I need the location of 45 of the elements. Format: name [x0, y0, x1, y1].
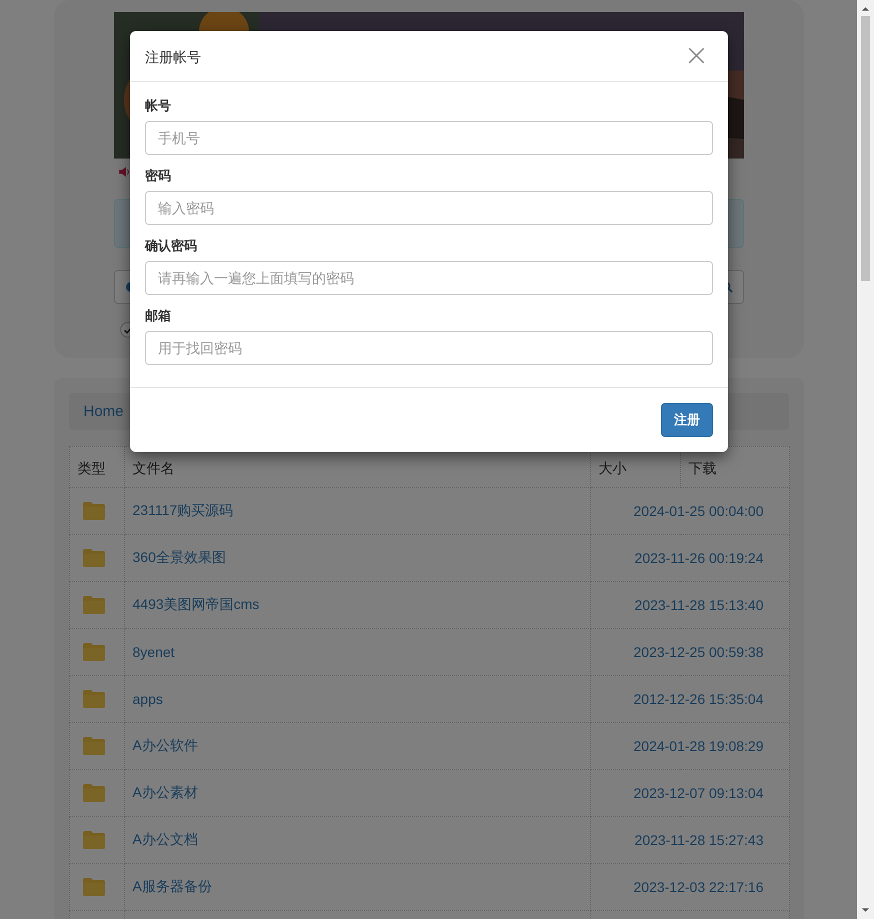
date-text: 2023-12-07 09:13:04	[634, 785, 764, 801]
folder-icon	[82, 501, 106, 521]
input-field[interactable]: 手机号	[145, 121, 713, 155]
date-text: 2024-01-28 19:08:29	[634, 738, 764, 754]
input-field[interactable]: 用于找回密码	[145, 331, 713, 365]
folder-icon	[82, 595, 106, 615]
dialog-title: 注册帐号	[145, 49, 201, 67]
column-header: 类型	[69, 446, 124, 488]
breadcrumb-link[interactable]: Home	[84, 403, 124, 420]
speaker-icon	[118, 166, 130, 178]
field-label: 邮箱	[145, 307, 172, 325]
folder-link[interactable]: A服务器备份	[132, 878, 212, 894]
register-button[interactable]: 注册	[661, 403, 713, 437]
date-text: 2024-01-25 00:04:00	[634, 503, 764, 519]
date-text: 2023-11-26 00:19:24	[634, 550, 764, 566]
scroll-thumb[interactable]	[861, 16, 870, 281]
input-field[interactable]: 输入密码	[145, 191, 713, 225]
date-text: 2023-12-25 00:59:38	[634, 644, 764, 660]
field-label: 确认密码	[145, 237, 198, 255]
folder-link[interactable]: 4493美图网帝国cms	[132, 596, 260, 612]
folder-link[interactable]: A办公素材	[132, 784, 198, 800]
date-text: 2023-11-28 15:13:40	[634, 597, 764, 613]
folder-link[interactable]: apps	[132, 691, 163, 707]
folder-icon	[82, 783, 106, 803]
field-label: 帐号	[145, 97, 172, 115]
scrollbar[interactable]	[857, 0, 874, 919]
date-text: 2023-11-28 15:27:43	[634, 832, 764, 848]
folder-icon	[82, 689, 106, 709]
folder-icon	[82, 642, 106, 662]
folder-link[interactable]: A办公软件	[132, 737, 198, 753]
folder-link[interactable]: 8yenet	[132, 644, 175, 660]
folder-link[interactable]: 231117购买源码	[132, 502, 234, 518]
folder-link[interactable]: 360全景效果图	[132, 549, 226, 565]
folder-link[interactable]: A办公文档	[132, 831, 198, 847]
folder-icon	[82, 548, 106, 568]
date-text: 2012-12-26 15:35:04	[634, 691, 764, 707]
folder-icon	[82, 736, 106, 756]
input-field[interactable]: 请再输入一遍您上面填写的密码	[145, 261, 713, 295]
date-text: 2023-12-03 22:17:16	[634, 879, 764, 895]
close-button[interactable]: ×	[680, 41, 713, 71]
scroll-down-icon[interactable]	[861, 907, 870, 913]
folder-icon	[82, 877, 106, 897]
folder-icon	[82, 830, 106, 850]
field-label: 密码	[145, 167, 172, 185]
scroll-up-icon[interactable]	[861, 6, 870, 12]
